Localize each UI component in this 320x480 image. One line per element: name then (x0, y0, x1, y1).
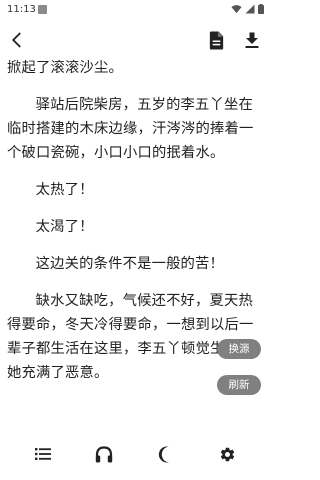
signal-icon (245, 4, 255, 17)
paragraph-1: 掀起了滚滚沙尘。 (7, 60, 123, 76)
listen-button[interactable] (92, 442, 116, 466)
catalog-button[interactable] (31, 442, 55, 466)
paragraph-2: 驿站后院柴房，五岁的李五丫坐在临时搭建的木床边缘，汗涔涔的捧着一个破口瓷碗，小口… (7, 97, 254, 161)
paragraph-3: 太热了！ (35, 182, 94, 198)
notification-icon (38, 5, 47, 14)
settings-icon (220, 447, 234, 461)
arrow-back-icon (11, 32, 21, 48)
night-mode-button[interactable] (154, 442, 178, 466)
back-button[interactable] (5, 28, 29, 52)
wifi-icon (231, 4, 242, 17)
reading-content: 掀起了滚滚沙尘。 驿站后院柴房，五岁的李五丫坐在临时搭建的木床边缘，汗涔涔的捧着… (7, 56, 263, 418)
moon-icon (158, 446, 169, 462)
toolbar (0, 20, 270, 60)
document-button[interactable] (204, 28, 228, 52)
paragraph-6: 缺水又缺吃，气候还不好，夏天热得要命，冬天冷得要命，一想到以后一辈子都生活在这里… (7, 293, 254, 381)
paragraph-5: 这边关的条件不是一般的苦！ (35, 256, 225, 272)
list-icon (35, 448, 51, 460)
headphones-icon (95, 445, 113, 462)
download-button[interactable] (240, 28, 264, 52)
paragraph-4: 太渴了！ (35, 219, 94, 235)
document-icon (209, 30, 223, 50)
status-icons (231, 4, 264, 17)
bottom-bar (0, 428, 270, 480)
download-icon (245, 32, 259, 48)
switch-source-button[interactable]: 换源 (217, 339, 261, 359)
battery-icon (258, 4, 264, 17)
settings-button[interactable] (215, 442, 239, 466)
refresh-button[interactable]: 刷新 (217, 375, 261, 395)
status-time: 11:13 (7, 4, 36, 15)
status-bar: 11:13 (0, 0, 270, 20)
